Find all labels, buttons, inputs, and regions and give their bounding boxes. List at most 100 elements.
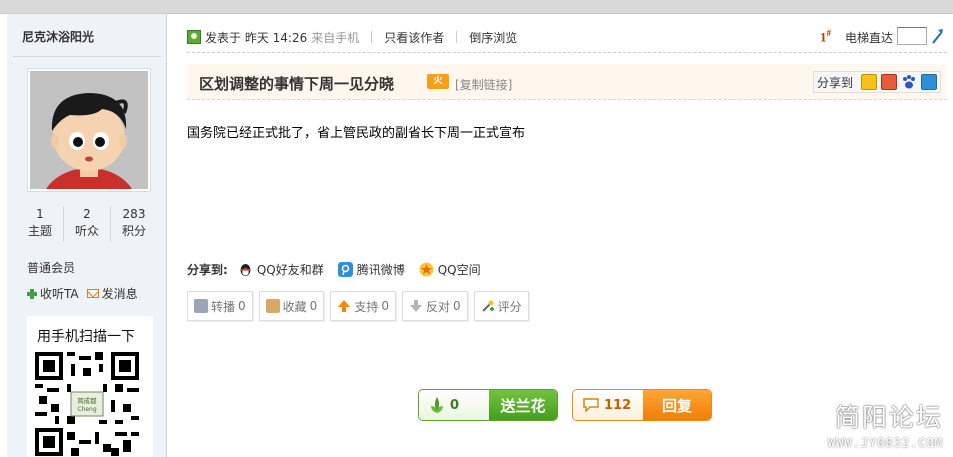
qzone-share-icon[interactable] <box>861 74 877 90</box>
posted-time-value: 昨天 14:26 <box>244 30 308 45</box>
favorite-icon <box>265 299 280 313</box>
message-label: 发消息 <box>101 287 138 301</box>
share-qq-friends[interactable]: QQ好友和群 <box>238 261 324 278</box>
top-bar <box>0 0 953 14</box>
divider <box>371 31 373 43</box>
rate-button[interactable]: 评分 <box>473 291 529 321</box>
flower-count-box: 0 <box>419 390 489 420</box>
button-count: 0 <box>381 299 389 313</box>
watermark-title: 简阳论坛 <box>834 403 943 432</box>
floor-number[interactable]: 1# <box>820 28 831 45</box>
button-label: 转播 <box>211 299 236 314</box>
follow-label: 收听TA <box>40 287 79 301</box>
vote-area: 0 送兰花 112 回复 <box>418 389 712 421</box>
jump-go-icon[interactable] <box>931 27 945 45</box>
oppose-button[interactable]: 反对 0 <box>401 291 468 321</box>
button-label: 支持 <box>354 299 379 314</box>
reply-count-box: 112 <box>573 390 643 420</box>
baidu-share-icon[interactable] <box>901 74 917 90</box>
button-label: 评分 <box>497 299 522 314</box>
floor-mark: # <box>826 28 832 38</box>
only-author-link[interactable]: 只看该作者 <box>384 29 444 46</box>
stat-label: 积分 <box>121 224 146 238</box>
share-qzone[interactable]: QQ空间 <box>419 261 481 278</box>
post-action-buttons: 转播 0 收藏 0 支持 0 反对 0 评分 <box>187 291 529 321</box>
stat-followers[interactable]: 2 听众 <box>64 206 111 242</box>
qr-center-text2: Cheng <box>77 406 96 413</box>
send-message-button[interactable]: 发消息 <box>86 285 138 302</box>
stat-label: 听众 <box>74 224 99 238</box>
username-link[interactable]: 尼克沐浴阳光 <box>22 28 94 45</box>
plus-icon <box>27 288 37 299</box>
user-sidebar: 尼克沐浴阳光 1 主题 2 听众 283 积分 普通会员 收听TA 发消息 用手… <box>7 14 167 457</box>
stat-value: 1 <box>36 207 44 221</box>
send-flower-button[interactable]: 0 送兰花 <box>418 389 558 421</box>
share-row-label: 分享到: <box>187 263 228 277</box>
send-flower-label: 送兰花 <box>489 390 557 420</box>
thread-title-bar: 区划调整的事情下周一见分晓 火 [复制链接] 分享到 <box>187 64 947 100</box>
relay-icon <box>194 299 208 313</box>
post-time: 发表于 昨天 14:26 <box>205 29 307 46</box>
rate-icon <box>481 300 494 312</box>
thumb-up-icon <box>338 300 351 312</box>
thumb-down-icon <box>409 300 422 312</box>
reply-label: 回复 <box>643 390 711 420</box>
avatar[interactable] <box>27 68 151 192</box>
watermark-url: WWW.JY0832.COM <box>827 436 943 450</box>
relay-button[interactable]: 转播 0 <box>187 291 253 321</box>
button-label: 收藏 <box>282 299 307 314</box>
reply-count: 112 <box>604 397 632 413</box>
tencent-weibo-share-icon[interactable] <box>921 74 937 90</box>
divider <box>456 31 458 43</box>
post-content: 国务院已经正式批了，省上管民政的副省长下周一正式宣布 <box>187 126 526 141</box>
speech-bubble-icon <box>583 398 599 412</box>
stat-points[interactable]: 283 积分 <box>111 206 157 242</box>
share-toolbar: 分享到 <box>812 71 941 93</box>
stat-threads[interactable]: 1 主题 <box>17 206 64 242</box>
reverse-order-link[interactable]: 倒序浏览 <box>469 29 517 46</box>
qq-penguin-icon <box>240 264 251 276</box>
support-button[interactable]: 支持 0 <box>330 291 396 321</box>
share-to-label: 分享到 <box>816 75 853 90</box>
qr-panel: 用手机扫描一下 简成都 Cheng <box>27 316 153 457</box>
posted-prefix: 发表于 <box>205 30 242 45</box>
button-count: 0 <box>452 299 461 313</box>
button-count: 0 <box>238 299 246 313</box>
qr-title: 用手机扫描一下 <box>37 329 135 345</box>
avatar-cartoon-image <box>30 71 148 189</box>
copy-link[interactable]: [复制链接] <box>455 76 512 93</box>
elevator-label: 电梯直达 <box>844 31 893 45</box>
follow-button[interactable]: 收听TA <box>27 285 79 302</box>
share-item-label: QQ好友和群 <box>256 263 324 277</box>
user-stats: 1 主题 2 听众 283 积分 <box>17 206 157 242</box>
share-item-label: QQ空间 <box>437 263 481 277</box>
button-label: 反对 <box>425 299 450 314</box>
button-count: 0 <box>309 299 318 313</box>
post-header: 发表于 昨天 14:26 来自手机 只看该作者 倒序浏览 1# 电梯直达 <box>187 22 947 53</box>
thread-title: 区划调整的事情下周一见分晓 <box>199 75 395 93</box>
stat-value: 283 <box>122 207 146 221</box>
orchid-icon <box>431 397 443 413</box>
favorite-button[interactable]: 收藏 0 <box>258 291 325 321</box>
qr-code-image: 简成都 Cheng <box>35 352 139 456</box>
post-source: 来自手机 <box>311 30 360 45</box>
tencent-weibo-icon <box>337 262 353 277</box>
user-actions: 收听TA 发消息 <box>27 285 138 302</box>
renren-share-icon[interactable] <box>881 74 897 90</box>
online-status-icon <box>187 30 201 44</box>
reply-button[interactable]: 112 回复 <box>572 389 712 421</box>
share-tencent-weibo[interactable]: 腾讯微博 <box>337 261 405 278</box>
flower-count: 0 <box>450 397 460 413</box>
qr-center-text: 简成都 <box>77 396 97 405</box>
divider <box>13 56 161 57</box>
mail-icon <box>86 289 99 298</box>
user-rank[interactable]: 普通会员 <box>27 259 75 276</box>
share-item-label: 腾讯微博 <box>356 263 405 277</box>
stat-label: 主题 <box>27 224 52 238</box>
elevator-input[interactable] <box>897 27 927 45</box>
qzone-star-icon <box>419 262 434 277</box>
hot-badge-icon: 火 <box>427 74 449 89</box>
site-watermark: 简阳论坛 WWW.JY0832.COM <box>828 398 943 450</box>
stat-value: 2 <box>83 207 91 221</box>
share-row: 分享到: QQ好友和群 腾讯微博 QQ空间 <box>187 261 491 278</box>
